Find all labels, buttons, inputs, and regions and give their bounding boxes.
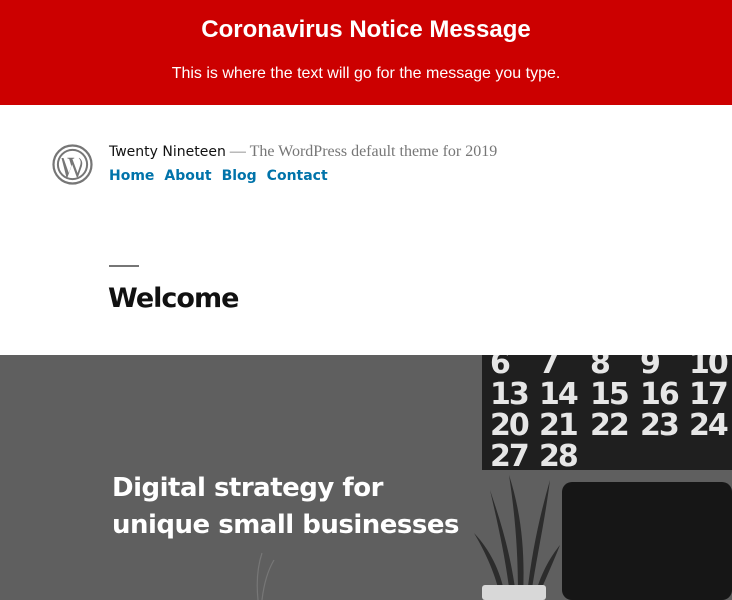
calendar-number: 23 xyxy=(640,408,678,443)
monitor-illustration xyxy=(562,482,732,600)
main-navigation: Home About Blog Contact xyxy=(109,166,328,186)
calendar-number: 13 xyxy=(490,377,528,412)
nav-link-about[interactable]: About xyxy=(164,166,211,186)
site-title-separator: — xyxy=(225,143,250,160)
hero-heading: Digital strategy for unique small busine… xyxy=(112,473,459,540)
calendar-number: 14 xyxy=(539,377,578,412)
calendar-number: 20 xyxy=(490,408,529,443)
site-branding: Twenty Nineteen — The WordPress default … xyxy=(109,142,497,162)
plant-pot xyxy=(482,585,546,600)
site-tagline: The WordPress default theme for 2019 xyxy=(249,143,498,160)
page-title: Welcome xyxy=(108,283,239,314)
notice-title: Coronavirus Notice Message xyxy=(201,16,531,43)
wordpress-logo-icon[interactable] xyxy=(52,144,93,185)
calendar-number: 27 xyxy=(490,439,528,474)
calendar-number: 28 xyxy=(539,439,578,474)
calendar-number: 22 xyxy=(590,408,628,443)
calendar-number: 24 xyxy=(689,408,728,443)
calendar-number: 21 xyxy=(539,408,577,443)
calendar-number: 15 xyxy=(590,377,628,412)
hero-cover: 6 7 8 9 10 13 14 15 16 17 20 21 22 23 24 27 28 Digital s… xyxy=(0,355,732,600)
calendar-number: 16 xyxy=(640,377,679,412)
title-divider xyxy=(109,265,139,267)
nav-link-home[interactable]: Home xyxy=(109,166,154,186)
site-title[interactable]: Twenty Nineteen xyxy=(109,144,226,160)
calendar-number: 17 xyxy=(689,377,727,412)
nav-link-contact[interactable]: Contact xyxy=(267,166,328,186)
nav-link-blog[interactable]: Blog xyxy=(222,166,257,186)
notice-banner: Coronavirus Notice Message This is where… xyxy=(0,0,732,105)
notice-text: This is where the text will go for the m… xyxy=(171,65,561,82)
